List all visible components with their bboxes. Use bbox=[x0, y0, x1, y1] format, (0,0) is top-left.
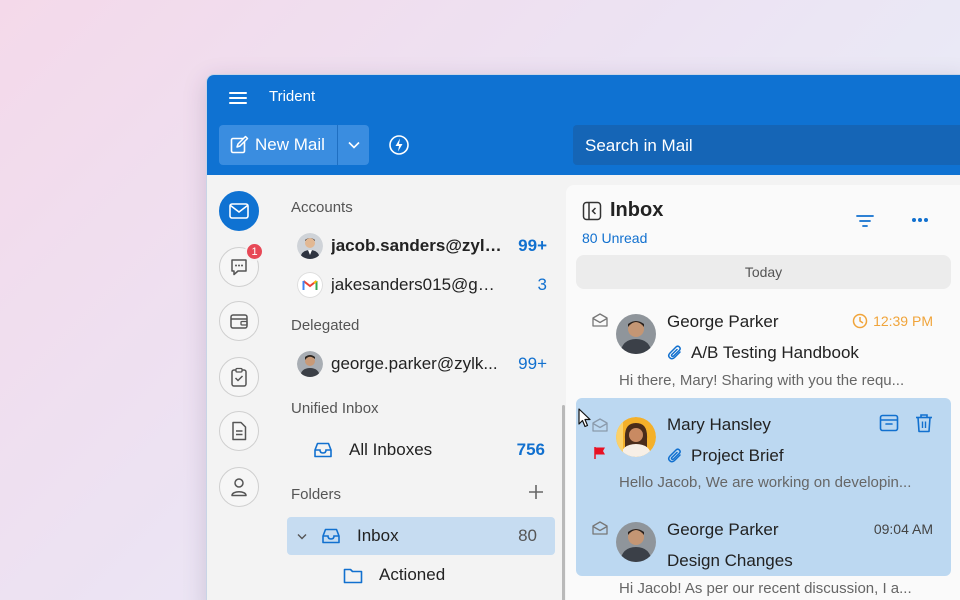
account-name: jacob.sanders@zylk... bbox=[331, 236, 503, 255]
mail-preview: Hi Jacob! As per our recent discussion, … bbox=[619, 580, 912, 597]
filter-icon[interactable] bbox=[856, 214, 874, 228]
chat-unread-badge: 1 bbox=[245, 242, 264, 261]
account-name: jakesanders015@gm... bbox=[331, 275, 503, 294]
person-icon bbox=[231, 478, 247, 497]
mail-time: 09:04 AM bbox=[873, 521, 933, 537]
avatar bbox=[297, 351, 323, 377]
mail-subject: Design Changes bbox=[667, 551, 793, 570]
accounts-header: Accounts bbox=[291, 199, 353, 216]
folder-icon bbox=[343, 568, 363, 583]
chevron-down-icon bbox=[347, 141, 360, 149]
mail-list-title: Inbox bbox=[610, 199, 664, 221]
sender-avatar bbox=[616, 314, 656, 354]
folder-pane-scrollbar[interactable] bbox=[562, 405, 565, 600]
mail-subject: A/B Testing Handbook bbox=[691, 343, 859, 362]
unified-inbox-header: Unified Inbox bbox=[291, 400, 379, 417]
mail-sender: Mary Hansley bbox=[667, 415, 771, 434]
avatar bbox=[297, 233, 323, 259]
mail-subject-row: A/B Testing Handbook bbox=[667, 343, 859, 363]
folders-header: Folders bbox=[291, 486, 342, 503]
delegated-account-item[interactable]: george.parker@zylk... 99+ bbox=[297, 348, 547, 380]
mail-preview: Hello Jacob, We are working on developin… bbox=[619, 474, 912, 491]
rail-mail-button[interactable] bbox=[219, 191, 259, 231]
account-count: 99+ bbox=[518, 236, 547, 255]
archive-icon[interactable] bbox=[879, 414, 899, 432]
mail-time: 12:39 PM bbox=[852, 313, 933, 329]
envelope-open-icon bbox=[592, 521, 608, 535]
mail-item[interactable]: George Parker 09:04 AM Design Changes Hi… bbox=[576, 507, 951, 600]
chevron-down-icon[interactable] bbox=[297, 533, 307, 540]
mail-subject: Project Brief bbox=[691, 446, 784, 465]
attachment-icon bbox=[667, 345, 681, 360]
envelope-open-icon bbox=[592, 418, 608, 432]
account-count: 99+ bbox=[518, 354, 547, 373]
rail-tasks-button[interactable] bbox=[219, 357, 259, 397]
folder-actioned[interactable]: Actioned bbox=[343, 556, 543, 594]
notes-icon bbox=[232, 421, 247, 441]
clipboard-check-icon bbox=[231, 367, 247, 387]
new-mail-dropdown[interactable] bbox=[338, 125, 369, 165]
account-item[interactable]: jacob.sanders@zylk... 99+ bbox=[297, 230, 547, 262]
folder-inbox[interactable]: Inbox 80 bbox=[287, 517, 555, 555]
add-folder-icon[interactable] bbox=[527, 483, 545, 501]
unread-count[interactable]: 80 Unread bbox=[582, 230, 647, 246]
collapse-pane-icon[interactable] bbox=[582, 201, 602, 221]
app-window: Trident New Mail Search in Mail 1 Accoun… bbox=[206, 74, 960, 600]
folder-actioned-label: Actioned bbox=[379, 565, 446, 584]
account-item[interactable]: jakesanders015@gm... 3 bbox=[297, 269, 547, 301]
inbox-tray-icon bbox=[314, 442, 332, 458]
sender-avatar bbox=[616, 522, 656, 562]
compose-icon bbox=[230, 135, 249, 154]
reminder-clock-icon bbox=[852, 313, 868, 329]
chat-icon bbox=[231, 259, 247, 276]
hamburger-menu-icon[interactable] bbox=[229, 89, 251, 107]
mail-sender: George Parker bbox=[667, 312, 779, 331]
more-options-icon[interactable] bbox=[911, 217, 929, 223]
rail-chat-button[interactable]: 1 bbox=[219, 242, 264, 287]
account-name: george.parker@zylk... bbox=[331, 354, 498, 373]
title-bar: Trident New Mail Search in Mail bbox=[207, 75, 960, 175]
inbox-tray-icon bbox=[322, 528, 340, 544]
app-rail: 1 bbox=[207, 175, 273, 600]
mail-preview: Hi there, Mary! Sharing with you the req… bbox=[619, 372, 905, 389]
flag-icon[interactable] bbox=[593, 446, 607, 460]
mail-subject-row: Project Brief bbox=[667, 446, 784, 466]
mail-time-label: 12:39 PM bbox=[873, 313, 933, 329]
account-count: 3 bbox=[537, 275, 547, 294]
mail-item-selected-card[interactable]: Mary Hansley Project Brief Hello Jacob, … bbox=[576, 398, 951, 501]
rail-notes-button[interactable] bbox=[219, 411, 259, 451]
mail-list-pane: Inbox 80 Unread Today George Parker 12:3… bbox=[566, 185, 960, 600]
all-inboxes-count: 756 bbox=[516, 440, 545, 459]
mail-item[interactable]: George Parker 12:39 PM A/B Testing Handb… bbox=[576, 299, 951, 402]
mail-sender: George Parker bbox=[667, 520, 779, 539]
mail-icon bbox=[229, 203, 249, 219]
delete-trash-icon[interactable] bbox=[915, 413, 933, 433]
mouse-cursor-icon bbox=[578, 408, 591, 428]
rail-contacts-button[interactable] bbox=[219, 467, 259, 507]
app-title: Trident bbox=[269, 88, 316, 105]
folder-pane: Accounts jacob.sanders@zylk... 99+ jakes… bbox=[273, 175, 563, 600]
new-mail-split-button: New Mail bbox=[219, 125, 369, 165]
search-input[interactable]: Search in Mail bbox=[573, 125, 960, 165]
date-group-header: Today bbox=[576, 255, 951, 289]
new-mail-label: New Mail bbox=[255, 135, 325, 154]
attachment-icon bbox=[667, 448, 681, 463]
folder-inbox-label: Inbox bbox=[357, 526, 399, 545]
rail-wallet-button[interactable] bbox=[219, 301, 259, 341]
quick-actions-bolt-icon[interactable] bbox=[387, 133, 411, 157]
folder-inbox-count: 80 bbox=[518, 526, 537, 545]
new-mail-button[interactable]: New Mail bbox=[219, 125, 338, 165]
gmail-icon bbox=[297, 272, 323, 298]
all-inboxes-label: All Inboxes bbox=[349, 440, 433, 459]
envelope-open-icon bbox=[592, 313, 608, 327]
all-inboxes-item[interactable]: All Inboxes 756 bbox=[313, 431, 545, 469]
wallet-icon bbox=[230, 314, 248, 329]
delegated-header: Delegated bbox=[291, 317, 360, 334]
sender-avatar bbox=[616, 417, 656, 457]
